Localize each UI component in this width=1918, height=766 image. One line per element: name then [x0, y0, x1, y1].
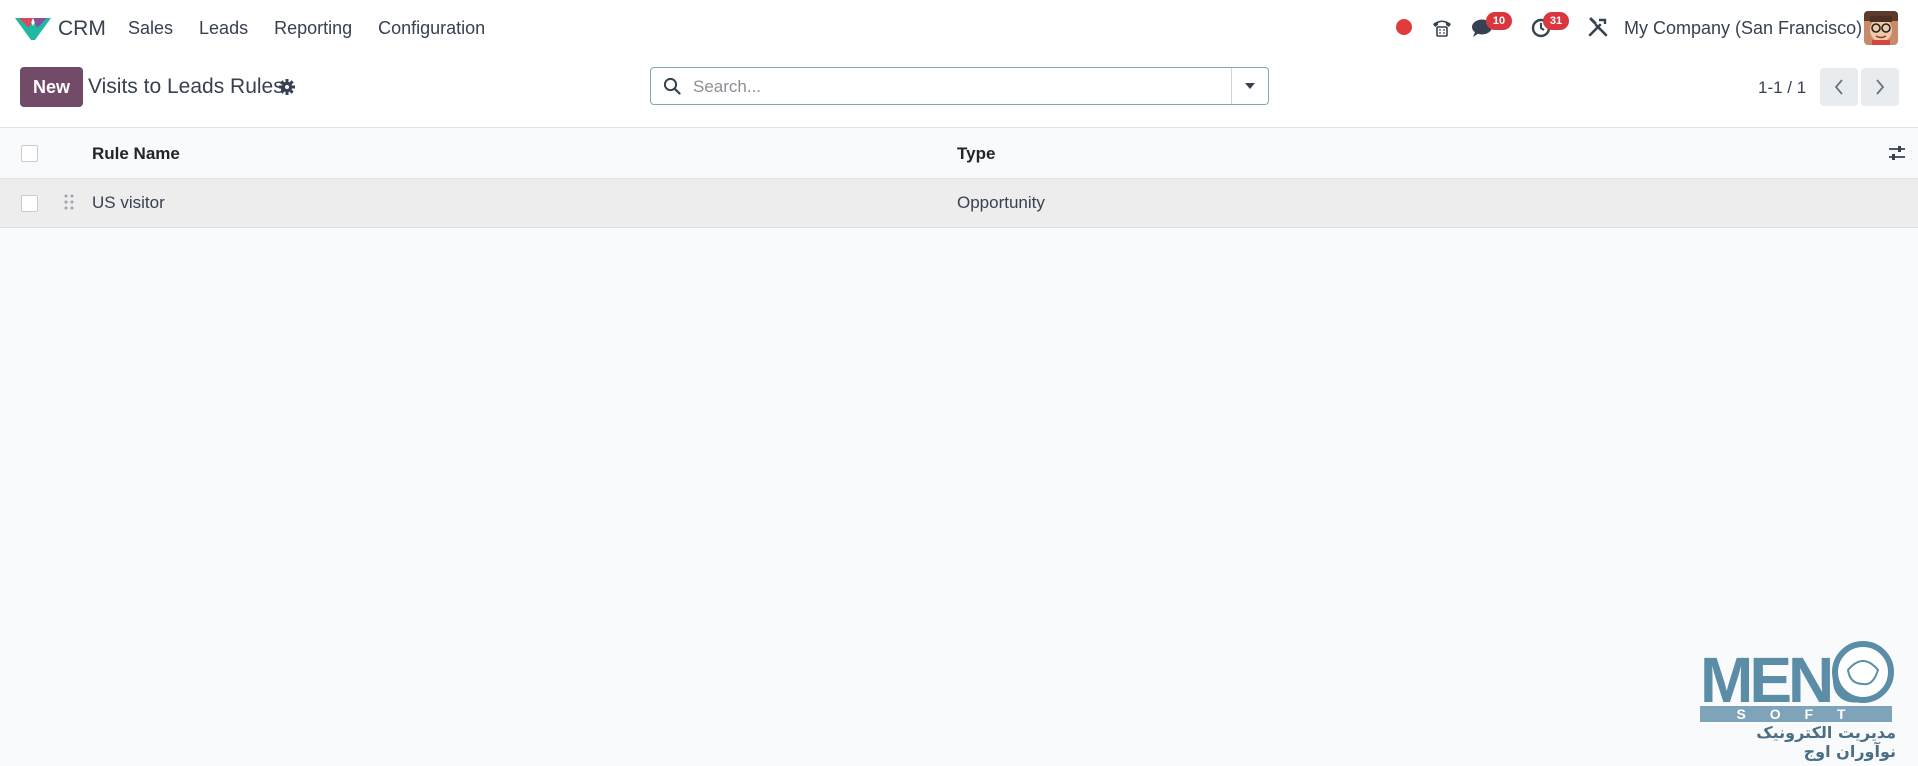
menu-item-sales[interactable]: Sales — [128, 18, 173, 39]
table-row[interactable]: US visitor Opportunity — [0, 179, 1918, 228]
messages-count-badge: 10 — [1486, 12, 1512, 30]
pager-previous-button[interactable] — [1820, 68, 1858, 106]
user-avatar[interactable] — [1864, 11, 1898, 45]
phone-icon[interactable] — [1431, 16, 1453, 38]
recording-status-icon[interactable] — [1396, 19, 1412, 35]
debug-tools-icon[interactable] — [1587, 16, 1609, 38]
company-switcher[interactable]: My Company (San Francisco) — [1624, 18, 1862, 39]
app-name[interactable]: CRM — [58, 17, 106, 41]
menu-item-reporting[interactable]: Reporting — [274, 18, 352, 39]
crm-logo-icon[interactable] — [15, 14, 51, 42]
menu-item-leads[interactable]: Leads — [199, 18, 248, 39]
caret-down-icon — [1245, 83, 1255, 89]
column-header-rule-name[interactable]: Rule Name — [92, 144, 180, 164]
chevron-left-icon — [1834, 79, 1843, 95]
control-panel: New Visits to Leads Rules 1-1 / 1 — [0, 56, 1918, 128]
optional-columns-icon[interactable] — [1888, 144, 1906, 162]
row-checkbox[interactable] — [21, 195, 38, 212]
watermark-subtitle: S O F T — [1737, 706, 1856, 722]
table-header: Rule Name Type — [0, 128, 1918, 179]
search-options-toggle[interactable] — [1231, 68, 1268, 104]
cell-type: Opportunity — [957, 193, 1045, 212]
activities-count-badge: 31 — [1543, 12, 1569, 30]
column-header-type[interactable]: Type — [957, 144, 995, 164]
drag-handle-icon[interactable] — [64, 194, 74, 210]
top-navbar: CRM Sales Leads Reporting Configuration … — [0, 0, 1918, 56]
gear-icon[interactable] — [279, 79, 295, 95]
main-menu: Sales Leads Reporting Configuration — [128, 18, 485, 39]
watermark-arabic-text: مدیریت الکترونیک نوآوران اوج — [1756, 723, 1896, 761]
search-bar — [650, 67, 1269, 105]
cell-rule-name: US visitor — [92, 193, 165, 212]
pager-next-button[interactable] — [1861, 68, 1899, 106]
pager-value[interactable]: 1-1 / 1 — [1758, 78, 1806, 98]
select-all-checkbox[interactable] — [21, 145, 38, 162]
search-input[interactable] — [691, 74, 1235, 100]
menu-item-configuration[interactable]: Configuration — [378, 18, 485, 39]
page-title: Visits to Leads Rules — [88, 75, 284, 98]
search-icon — [663, 77, 681, 95]
new-button[interactable]: New — [20, 67, 83, 107]
chevron-right-icon — [1876, 79, 1885, 95]
